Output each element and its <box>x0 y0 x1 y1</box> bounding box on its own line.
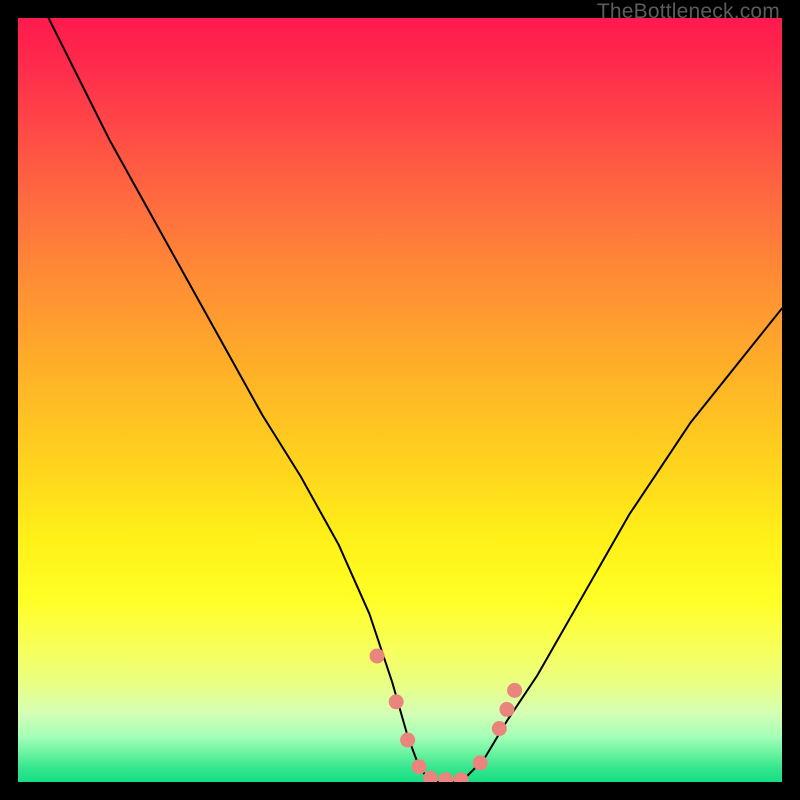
data-marker <box>423 771 438 782</box>
data-marker <box>370 648 385 663</box>
data-marker <box>473 755 488 770</box>
data-marker <box>400 732 415 747</box>
data-marker <box>499 702 514 717</box>
data-marker <box>454 772 469 782</box>
data-marker <box>507 683 522 698</box>
chart-frame: TheBottleneck.com <box>0 0 800 800</box>
data-marker <box>492 721 507 736</box>
watermark-text: TheBottleneck.com <box>597 0 780 24</box>
curve-layer <box>18 18 782 782</box>
plot-area <box>18 18 782 782</box>
data-marker <box>389 694 404 709</box>
bottleneck-curve <box>49 18 782 782</box>
data-marker <box>438 772 453 782</box>
data-marker <box>412 759 427 774</box>
